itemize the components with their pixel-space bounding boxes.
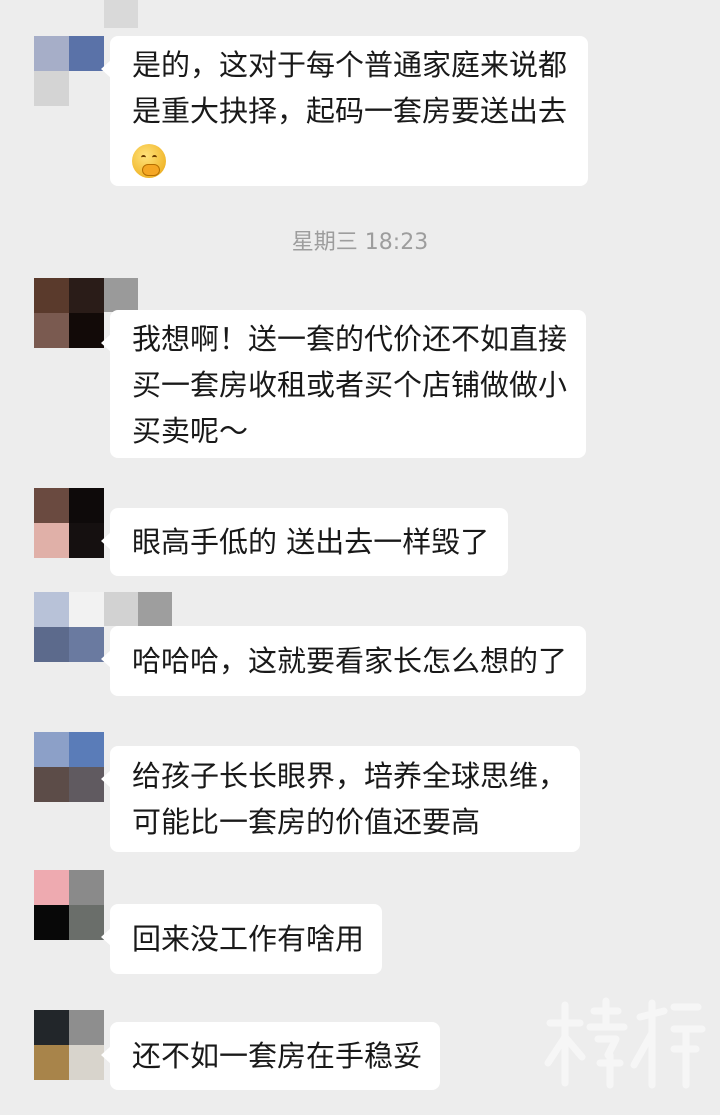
message-text: 给孩子长长眼界，培养全球思维，	[132, 759, 568, 793]
message-bubble[interactable]: 回来没工作有啥用	[101, 904, 382, 974]
chat-timestamp: 星期三 18:23	[291, 230, 429, 255]
avatar-fragment	[138, 592, 172, 626]
avatar[interactable]	[34, 1010, 104, 1080]
message-text: 可能比一套房的价值还要高	[132, 805, 481, 839]
message-bubble[interactable]: 我想啊！送一套的代价还不如直接 买一套房收租或者买个店铺做做小 买卖呢～	[101, 310, 586, 458]
message-text: 买卖呢～	[132, 414, 249, 448]
message-text: 哈哈哈，这就要看家长怎么想的了	[132, 644, 568, 678]
partial-avatar-top	[104, 0, 138, 28]
brand-watermark-logo-icon	[544, 997, 706, 1089]
message-bubble[interactable]: 眼高手低的 送出去一样毁了	[101, 508, 508, 576]
avatar-fragment	[104, 278, 138, 312]
message-text: 回来没工作有啥用	[132, 922, 365, 956]
message-bubble[interactable]: 还不如一套房在手稳妥	[101, 1022, 440, 1090]
avatar[interactable]	[34, 488, 104, 558]
message-bubble[interactable]: 哈哈哈，这就要看家长怎么想的了	[101, 626, 586, 696]
message-text: 我想啊！送一套的代价还不如直接	[132, 322, 568, 356]
message-text: 还不如一套房在手稳妥	[132, 1039, 423, 1073]
message-bubble[interactable]: 给孩子长长眼界，培养全球思维， 可能比一套房的价值还要高	[101, 746, 580, 852]
message-text: 是的，这对于每个普通家庭来说都	[132, 48, 568, 82]
avatar[interactable]	[34, 278, 104, 348]
message-bubble[interactable]: 是的，这对于每个普通家庭来说都 是重大抉择，起码一套房要送出去	[101, 36, 588, 186]
avatar[interactable]	[34, 732, 104, 802]
thinking-emoji-icon	[132, 144, 166, 178]
avatar-fragment	[104, 592, 138, 626]
message-text: 买一套房收租或者买个店铺做做小	[132, 368, 568, 402]
avatar[interactable]	[34, 870, 104, 940]
message-text: 是重大抉择，起码一套房要送出去	[132, 94, 568, 128]
avatar[interactable]	[34, 36, 104, 106]
avatar[interactable]	[34, 592, 104, 662]
message-text: 眼高手低的 送出去一样毁了	[132, 525, 490, 559]
